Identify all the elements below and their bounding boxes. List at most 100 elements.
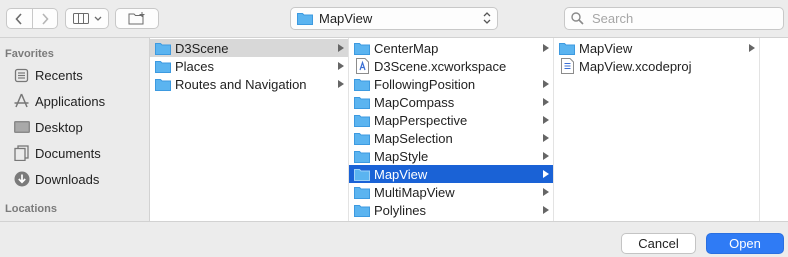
favorites-header: Favorites bbox=[5, 48, 54, 60]
list-item[interactable]: MapView.xcodeproj bbox=[554, 57, 759, 75]
xcodeproj-file-icon bbox=[559, 58, 575, 74]
browser-column-2: CenterMap D3Scene.xcworkspace FollowingP… bbox=[349, 38, 554, 221]
disclosure-arrow-icon bbox=[543, 116, 549, 124]
folder-icon bbox=[354, 166, 370, 182]
browser-column-3: MapView MapView.xcodeproj bbox=[554, 38, 760, 221]
chevron-down-icon bbox=[94, 16, 101, 21]
list-item-label: CenterMap bbox=[374, 40, 439, 56]
clock-list-icon bbox=[12, 66, 31, 85]
open-button[interactable]: Open bbox=[706, 233, 784, 254]
sidebar-item-label: Desktop bbox=[35, 119, 83, 135]
sidebar-item-label: Downloads bbox=[35, 171, 100, 187]
folder-icon bbox=[354, 76, 370, 92]
list-item-label: MapSelection bbox=[374, 130, 453, 146]
search-icon bbox=[571, 12, 584, 25]
disclosure-arrow-icon bbox=[543, 134, 549, 142]
list-item[interactable]: MapSelection bbox=[349, 129, 553, 147]
disclosure-arrow-icon bbox=[543, 44, 549, 52]
list-item-label: D3Scene bbox=[175, 40, 229, 56]
disclosure-arrow-icon bbox=[749, 44, 755, 52]
disclosure-arrow-icon bbox=[543, 98, 549, 106]
path-popup-label: MapView bbox=[319, 11, 373, 26]
desktop-icon bbox=[12, 118, 31, 137]
list-item-label: Routes and Navigation bbox=[175, 76, 307, 92]
list-item-label: MapPerspective bbox=[374, 112, 468, 128]
search-field[interactable] bbox=[564, 7, 784, 30]
list-item-selected[interactable]: MapView bbox=[349, 165, 553, 183]
list-item-label: D3Scene.xcworkspace bbox=[374, 58, 507, 74]
new-folder-button[interactable] bbox=[115, 8, 159, 29]
folder-icon bbox=[155, 76, 171, 92]
folder-icon bbox=[354, 184, 370, 200]
list-item[interactable]: MapStyle bbox=[349, 147, 553, 165]
folder-icon bbox=[354, 112, 370, 128]
sidebar-item-documents[interactable]: Documents bbox=[0, 140, 149, 166]
sidebar-item-label: Applications bbox=[35, 93, 106, 109]
folder-icon bbox=[354, 94, 370, 110]
list-item[interactable]: MapCompass bbox=[349, 93, 553, 111]
list-item-label: FollowingPosition bbox=[374, 76, 476, 92]
xcworkspace-file-icon bbox=[354, 58, 370, 74]
list-item[interactable]: D3Scene bbox=[150, 39, 348, 57]
list-item[interactable]: Polylines bbox=[349, 201, 553, 219]
list-item-label: MapCompass bbox=[374, 94, 455, 110]
list-item[interactable]: MultiMapView bbox=[349, 183, 553, 201]
up-down-chevron-icon bbox=[483, 12, 491, 24]
disclosure-arrow-icon bbox=[543, 206, 549, 214]
columns-view-icon bbox=[72, 13, 89, 24]
applications-icon bbox=[12, 92, 31, 111]
sidebar-item-recents[interactable]: Recents bbox=[0, 62, 149, 88]
folder-icon bbox=[155, 40, 171, 56]
disclosure-arrow-icon bbox=[543, 152, 549, 160]
path-popup[interactable]: MapView bbox=[290, 7, 498, 30]
search-input[interactable] bbox=[590, 10, 774, 27]
disclosure-arrow-icon bbox=[338, 62, 344, 70]
sidebar: Favorites Recents Applications Desktop D… bbox=[0, 38, 150, 221]
toolbar: MapView bbox=[0, 0, 788, 38]
disclosure-arrow-icon bbox=[338, 44, 344, 52]
folder-icon bbox=[559, 40, 575, 56]
locations-header: Locations bbox=[5, 203, 57, 215]
disclosure-arrow-icon bbox=[543, 170, 549, 178]
new-folder-icon bbox=[128, 12, 145, 25]
list-item-label: MapView bbox=[579, 40, 633, 56]
list-item-label: MultiMapView bbox=[374, 184, 455, 200]
list-item[interactable]: MapView bbox=[554, 39, 759, 57]
list-item[interactable]: Places bbox=[150, 57, 348, 75]
sidebar-item-label: Documents bbox=[35, 145, 101, 161]
view-mode-button[interactable] bbox=[65, 8, 109, 29]
sidebar-item-label: Recents bbox=[35, 67, 83, 83]
sidebar-item-applications[interactable]: Applications bbox=[0, 88, 149, 114]
chevron-right-icon bbox=[42, 12, 49, 25]
browser-column-1: D3Scene Places Routes and Navigation bbox=[150, 38, 349, 221]
list-item-label: MapView bbox=[374, 166, 428, 182]
disclosure-arrow-icon bbox=[338, 80, 344, 88]
back-button[interactable] bbox=[6, 8, 33, 29]
list-item[interactable]: FollowingPosition bbox=[349, 75, 553, 93]
browser-column-4 bbox=[760, 38, 788, 221]
list-item[interactable]: D3Scene.xcworkspace bbox=[349, 57, 553, 75]
folder-icon bbox=[354, 130, 370, 146]
folder-icon bbox=[354, 148, 370, 164]
list-item-label: MapView.xcodeproj bbox=[579, 58, 692, 74]
sidebar-item-desktop[interactable]: Desktop bbox=[0, 114, 149, 140]
disclosure-arrow-icon bbox=[543, 80, 549, 88]
cancel-button[interactable]: Cancel bbox=[621, 233, 696, 254]
folder-icon bbox=[155, 58, 171, 74]
folder-icon bbox=[354, 40, 370, 56]
documents-icon bbox=[12, 144, 31, 163]
downloads-icon bbox=[12, 170, 31, 189]
back-forward-group bbox=[6, 8, 58, 29]
list-item[interactable]: CenterMap bbox=[349, 39, 553, 57]
disclosure-arrow-icon bbox=[543, 188, 549, 196]
list-item[interactable]: MapPerspective bbox=[349, 111, 553, 129]
list-item-label: MapStyle bbox=[374, 148, 429, 164]
bottom-bar: Cancel Open bbox=[0, 221, 788, 257]
sidebar-item-downloads[interactable]: Downloads bbox=[0, 166, 149, 192]
folder-icon bbox=[354, 202, 370, 218]
forward-button[interactable] bbox=[32, 8, 58, 29]
folder-icon bbox=[297, 13, 313, 25]
list-item[interactable]: Routes and Navigation bbox=[150, 75, 348, 93]
list-item-label: Places bbox=[175, 58, 215, 74]
chevron-left-icon bbox=[15, 12, 22, 25]
